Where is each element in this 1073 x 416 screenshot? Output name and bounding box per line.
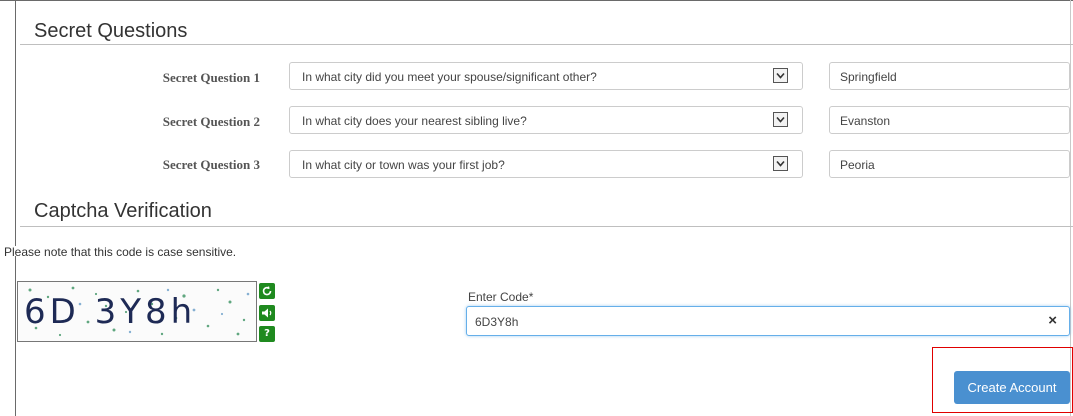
secret-question-1-select[interactable]: In what city did you meet your spouse/si… bbox=[289, 62, 803, 90]
secret-question-3-value: In what city or town was your first job? bbox=[302, 158, 505, 172]
create-account-button[interactable]: Create Account bbox=[954, 371, 1070, 404]
enter-code-input[interactable]: 6D3Y8h × bbox=[466, 306, 1070, 336]
secret-question-3-select[interactable]: In what city or town was your first job? bbox=[289, 150, 803, 178]
chevron-down-icon[interactable] bbox=[773, 156, 788, 171]
case-sensitive-note: Please note that this code is case sensi… bbox=[4, 245, 237, 259]
chevron-down-icon[interactable] bbox=[773, 68, 788, 83]
captcha-text: 6D 3Y8h bbox=[24, 292, 197, 332]
refresh-icon[interactable] bbox=[259, 283, 275, 299]
secret-question-2-label: Secret Question 2 bbox=[162, 114, 260, 129]
secret-answer-2-value: Evanston bbox=[840, 114, 891, 128]
section-divider bbox=[20, 44, 1073, 45]
enter-code-label: Enter Code* bbox=[468, 290, 534, 304]
secret-answer-1-input[interactable]: Springfield bbox=[829, 62, 1070, 90]
left-border bbox=[15, 0, 16, 246]
secret-question-2-value: In what city does your nearest sibling l… bbox=[302, 114, 527, 128]
secret-answer-3-input[interactable]: Peoria bbox=[829, 150, 1070, 178]
audio-icon[interactable] bbox=[259, 305, 275, 321]
enter-code-value: 6D3Y8h bbox=[475, 315, 519, 329]
chevron-down-icon[interactable] bbox=[773, 112, 788, 127]
secret-answer-1-value: Springfield bbox=[840, 70, 897, 84]
section-divider bbox=[20, 226, 1073, 227]
secret-question-1-label: Secret Question 1 bbox=[162, 70, 260, 85]
captcha-image: 6D 3Y8h bbox=[17, 281, 257, 342]
captcha-title: Captcha Verification bbox=[34, 200, 212, 222]
top-border bbox=[0, 0, 1073, 1]
secret-question-1-value: In what city did you meet your spouse/si… bbox=[302, 70, 597, 84]
help-icon[interactable]: ? bbox=[259, 326, 275, 342]
secret-questions-title: Secret Questions bbox=[34, 20, 188, 42]
secret-question-2-select[interactable]: In what city does your nearest sibling l… bbox=[289, 106, 803, 134]
secret-question-3-label: Secret Question 3 bbox=[162, 157, 260, 172]
left-border-lower bbox=[15, 256, 16, 416]
close-icon[interactable]: × bbox=[1048, 312, 1057, 329]
secret-answer-2-input[interactable]: Evanston bbox=[829, 106, 1070, 134]
secret-answer-3-value: Peoria bbox=[840, 158, 875, 172]
